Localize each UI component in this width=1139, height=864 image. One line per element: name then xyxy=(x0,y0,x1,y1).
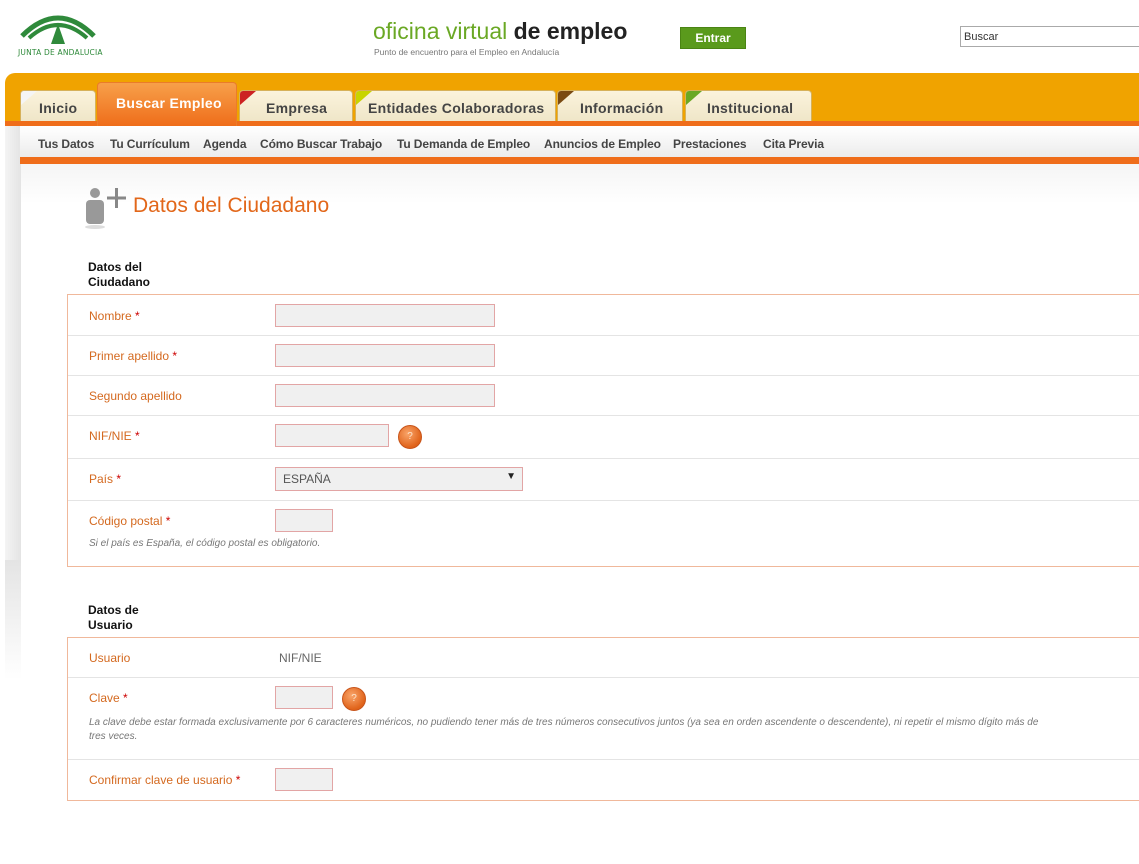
row-clave: Clave * ? La clave debe estar formada ex… xyxy=(68,678,1139,760)
clave-hint-line1: La clave debe estar formada exclusivamen… xyxy=(89,717,1039,728)
section-ciudadano-title: Datos del Ciudadano xyxy=(88,260,150,289)
tab-entidades-colaboradoras[interactable]: Entidades Colaboradoras xyxy=(355,90,556,121)
subnav-cita-previa[interactable]: Cita Previa xyxy=(763,137,824,151)
pais-select[interactable]: ESPAÑA ▼ xyxy=(275,467,523,491)
row-usuario: Usuario NIF/NIE xyxy=(68,638,1139,678)
pais-value: ESPAÑA xyxy=(283,472,331,486)
nombre-input[interactable] xyxy=(275,304,495,327)
clave-hint-line2: tres veces. xyxy=(89,731,138,742)
sub-nav-strip xyxy=(20,157,1139,164)
search-input[interactable] xyxy=(960,26,1139,47)
subnav-como-buscar-trabajo[interactable]: Cómo Buscar Trabajo xyxy=(260,137,382,151)
header: JUNTA DE ANDALUCIA oficina virtual de em… xyxy=(0,0,1139,73)
tab-buscar-empleo[interactable]: Buscar Empleo xyxy=(97,82,237,126)
tab-corner xyxy=(356,91,372,105)
tab-informacion[interactable]: Información xyxy=(557,90,683,121)
row-primer-apellido: Primer apellido * xyxy=(68,336,1139,376)
tab-institucional[interactable]: Institucional xyxy=(685,90,812,121)
codigo-postal-hint: Si el país es España, el código postal e… xyxy=(89,538,321,549)
nif-input[interactable] xyxy=(275,424,389,447)
clave-label: Clave * xyxy=(89,691,128,705)
tab-corner xyxy=(686,91,702,105)
tab-inicio[interactable]: Inicio xyxy=(20,90,96,121)
section-usuario-title: Datos de Usuario xyxy=(88,603,139,632)
primer-apellido-input[interactable] xyxy=(275,344,495,367)
add-user-icon xyxy=(84,186,130,230)
tab-corner xyxy=(240,91,256,105)
left-shadow-fade xyxy=(5,560,21,680)
nombre-label: Nombre * xyxy=(89,309,140,323)
nif-label: NIF/NIE * xyxy=(89,429,140,443)
subnav-anuncios-de-empleo[interactable]: Anuncios de Empleo xyxy=(544,137,661,151)
nif-help-icon[interactable]: ? xyxy=(398,425,422,449)
tab-label: Información xyxy=(580,100,664,116)
subnav-tu-curriculum[interactable]: Tu Currículum xyxy=(110,137,190,151)
clave-input[interactable] xyxy=(275,686,333,709)
pais-label: País * xyxy=(89,472,122,486)
segundo-apellido-input[interactable] xyxy=(275,384,495,407)
tab-label: Empresa xyxy=(266,100,328,116)
confirmar-clave-label: Confirmar clave de usuario * xyxy=(89,773,241,787)
subnav-tus-datos[interactable]: Tus Datos xyxy=(38,137,94,151)
row-confirmar-clave: Confirmar clave de usuario * xyxy=(68,760,1139,801)
primer-apellido-label: Primer apellido * xyxy=(89,349,178,363)
sub-nav: Tus Datos Tu Currículum Agenda Cómo Busc… xyxy=(20,126,1139,158)
usuario-label: Usuario xyxy=(89,651,131,665)
codigo-postal-label: Código postal * xyxy=(89,514,171,528)
brand-subtitle: Punto de encuentro para el Empleo en And… xyxy=(374,47,560,57)
row-pais: País * ESPAÑA ▼ xyxy=(68,459,1139,501)
tab-label: Institucional xyxy=(707,100,794,116)
entrar-button[interactable]: Entrar xyxy=(680,27,746,49)
tab-label: Inicio xyxy=(39,100,78,116)
brand-title-part1: oficina virtual xyxy=(373,18,508,44)
junta-andalucia-logo[interactable]: JUNTA DE ANDALUCIA xyxy=(18,6,103,62)
fieldset-ciudadano: Nombre * Primer apellido * Segundo apell… xyxy=(67,294,1139,567)
chevron-down-icon: ▼ xyxy=(506,471,516,482)
row-nombre: Nombre * xyxy=(68,295,1139,336)
tab-corner xyxy=(21,91,37,105)
tab-label: Buscar Empleo xyxy=(116,95,222,111)
row-segundo-apellido: Segundo apellido xyxy=(68,376,1139,416)
junta-logo-icon xyxy=(20,15,96,44)
tab-corner xyxy=(558,91,574,105)
row-nif: NIF/NIE * ? xyxy=(68,416,1139,459)
clave-help-icon[interactable]: ? xyxy=(342,687,366,711)
row-codigo-postal: Código postal * Si el país es España, el… xyxy=(68,501,1139,567)
codigo-postal-input[interactable] xyxy=(275,509,333,532)
segundo-apellido-label: Segundo apellido xyxy=(89,389,182,403)
usuario-value: NIF/NIE xyxy=(279,651,322,665)
confirmar-clave-input[interactable] xyxy=(275,768,333,791)
tab-empresa[interactable]: Empresa xyxy=(239,90,353,121)
logo-text: JUNTA DE ANDALUCIA xyxy=(18,48,103,57)
subnav-agenda[interactable]: Agenda xyxy=(203,137,247,151)
brand[interactable]: oficina virtual de empleo Punto de encue… xyxy=(373,18,628,58)
page-title: Datos del Ciudadano xyxy=(133,194,330,217)
subnav-prestaciones[interactable]: Prestaciones xyxy=(673,137,747,151)
fieldset-usuario: Usuario NIF/NIE Clave * ? La clave debe … xyxy=(67,637,1139,801)
tab-label: Entidades Colaboradoras xyxy=(368,100,545,116)
subnav-tu-demanda-de-empleo[interactable]: Tu Demanda de Empleo xyxy=(397,137,530,151)
brand-title-part2: de empleo xyxy=(513,18,628,44)
